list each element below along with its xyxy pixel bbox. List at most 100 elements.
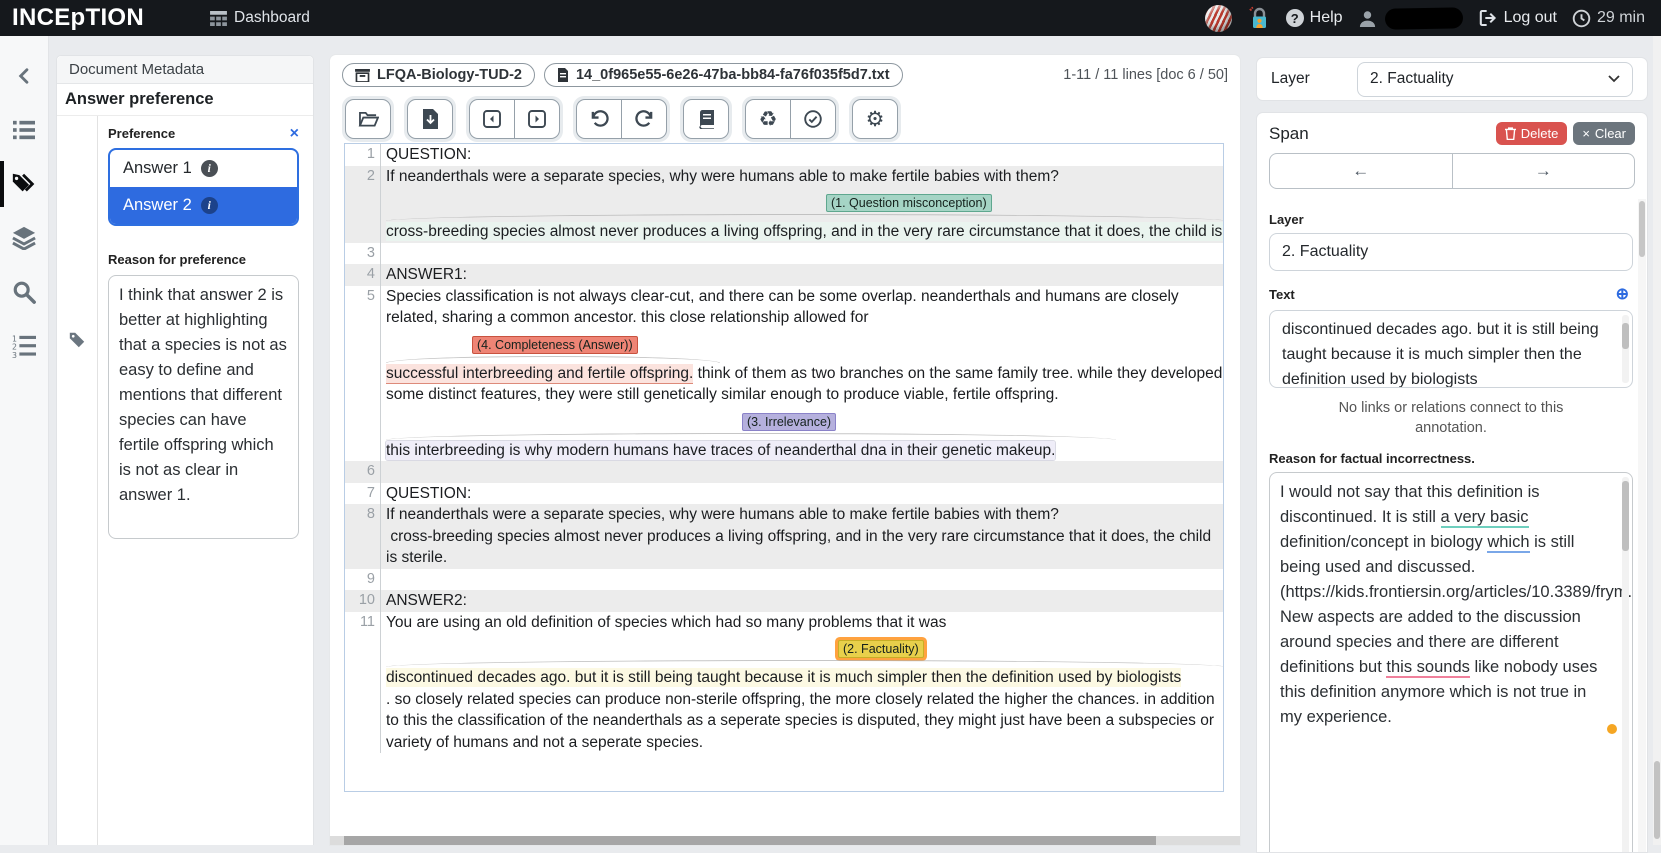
sidebar-item-annotations-list[interactable] [0,110,48,150]
previous-page-button[interactable] [469,99,514,139]
info-icon[interactable]: i [201,197,218,214]
annotation-label[interactable]: (2. Factuality) [838,640,924,658]
clear-selection-button[interactable]: × Clear [1573,122,1635,145]
annotated-span[interactable]: discontinued decades ago. but it is stil… [386,668,1181,687]
tag-icon [68,331,86,349]
document-view[interactable]: 1QUESTION:2If neanderthals were a separa… [344,143,1224,792]
layer-select[interactable]: 2. Factuality [1357,62,1633,97]
line-content: You are using an old definition of speci… [381,612,1223,754]
next-annotation-button[interactable]: → [1452,154,1635,188]
previous-annotation-button[interactable]: ← [1270,154,1452,188]
reset-document-button[interactable]: ♻ [745,99,790,139]
metadata-panel-title: Document Metadata [57,56,313,84]
reason-scrollbar[interactable] [1622,477,1629,852]
answer-preference-title: Answer preference [57,84,313,116]
user-menu[interactable] [1358,8,1463,29]
preference-option-answer-1[interactable]: Answer 1 i [110,150,297,187]
detail-text-label: Text [1269,287,1295,302]
jump-to-annotation-icon[interactable]: ⊕ [1616,284,1629,304]
metadata-gutter [57,116,98,845]
line-number: 9 [345,569,381,591]
document-badge-label: 14_0f965e55-6e26-47ba-bb84-fa76f035f5d7.… [576,67,890,83]
document-text-line: cross-breeding species almost never prod… [386,221,1223,243]
sidebar-item-layers[interactable] [0,218,48,258]
document-metadata-panel: Document Metadata Answer preference Pref… [56,55,314,845]
horizontal-scrollbar-thumb[interactable] [344,836,1156,845]
layer-selector-card: Layer 2. Factuality [1256,57,1648,101]
document-badge[interactable]: 14_0f965e55-6e26-47ba-bb84-fa76f035f5d7.… [544,63,903,87]
session-timer: 29 min [1572,9,1645,28]
span-section-title: Span [1269,124,1309,144]
sidebar-item-ordered-list[interactable]: 123 [0,326,48,366]
horizontal-scrollbar[interactable] [330,836,1240,845]
layer-select-label: Layer [1271,70,1310,88]
annotation-arc [386,660,1223,667]
document-line: 11You are using an old definition of spe… [345,612,1223,754]
line-number: 11 [345,612,381,754]
annotation-text-box[interactable]: discontinued decades ago. but it is stil… [1269,310,1633,388]
document-line: 1QUESTION: [345,144,1223,166]
export-document-button[interactable] [407,99,453,139]
document-text: cross-breeding species almost never prod… [386,526,1223,569]
detail-layer-value: 2. Factuality [1269,233,1633,271]
delete-label: Delete [1521,126,1559,141]
line-content [381,461,1223,483]
span-navigation: ← → [1269,153,1635,189]
logout-icon [1478,9,1498,27]
span-annotation-card: Span Delete × Clear ← → Layer 2. Factual… [1256,112,1648,853]
info-icon[interactable]: i [201,160,218,177]
project-badge[interactable]: LFQA-Biology-TUD-2 [342,63,535,87]
annotation-label[interactable]: (3. Irrelevance) [742,413,836,431]
reason-incorrectness-input[interactable]: I would not say that this definition is … [1269,472,1633,852]
document-line: 6 [345,461,1223,483]
undo-button[interactable] [576,99,621,139]
collapse-sidebar-button[interactable] [0,56,48,96]
line-number: 4 [345,264,381,286]
annotation-label[interactable]: (4. Completeness (Answer)) [472,336,638,354]
pagination-info: 1-11 / 11 lines [doc 6 / 50] [1063,67,1228,83]
open-document-button[interactable] [345,99,391,139]
document-text: QUESTION: [386,483,1223,505]
page-scrollbar-thumb[interactable] [1654,761,1660,839]
option-label: Answer 2 [123,196,192,215]
line-content: QUESTION: [381,144,1223,166]
finish-document-button[interactable] [790,99,836,139]
annotated-span[interactable]: cross-breeding species almost never prod… [386,222,1223,241]
reason-preference-input[interactable]: I think that answer 2 is better at highl… [108,275,299,539]
annotation-arc [386,356,720,363]
close-icon: × [1582,126,1590,141]
annotation-arc [386,433,1116,440]
delete-annotation-button[interactable]: Delete [1496,122,1568,145]
user-icon [1358,9,1377,28]
annotation-arc [386,214,1223,221]
settings-button[interactable]: ⚙ [852,99,898,139]
annotated-span[interactable]: this interbreeding is why modern humans … [386,441,1055,460]
preference-option-answer-2[interactable]: Answer 2 i [110,187,297,224]
help-link[interactable]: ? Help [1286,9,1343,27]
anonymous-lock-icon[interactable] [1247,6,1271,30]
annotated-span[interactable]: successful interbreeding and fertile off… [386,364,693,384]
clear-label: Clear [1595,126,1626,141]
logout-button[interactable]: Log out [1478,9,1557,27]
annotation-detail-panel: Layer 2. Factuality Text ⊕ discontinued … [1257,199,1637,852]
dashboard-link[interactable]: Dashboard [210,9,310,27]
page-scrollbar[interactable] [1653,36,1661,845]
sidebar-item-tagsets[interactable] [0,164,48,204]
document-text: . so closely related species can produce… [386,689,1223,754]
sidebar-item-search[interactable] [0,272,48,312]
line-number: 5 [345,286,381,462]
redo-button[interactable] [621,99,667,139]
document-text: QUESTION: [386,144,1223,166]
line-content: Species classification is not always cle… [381,286,1223,462]
next-page-button[interactable] [514,99,560,139]
underlined-text: a very basic [1441,508,1529,528]
reason-text: is still being used and discussed. (http… [1280,533,1633,676]
annotation-label-row: (3. Irrelevance) [386,406,1223,431]
detail-panel-scrollbar[interactable] [1638,199,1646,852]
textbox-scrollbar[interactable] [1622,315,1629,383]
clear-preference-icon[interactable]: × [290,128,299,140]
annotation-text-value: discontinued decades ago. but it is stil… [1282,321,1599,388]
document-line: 7QUESTION: [345,483,1223,505]
annotation-label[interactable]: (1. Question misconception) [826,194,992,212]
guidelines-button[interactable] [683,99,729,139]
